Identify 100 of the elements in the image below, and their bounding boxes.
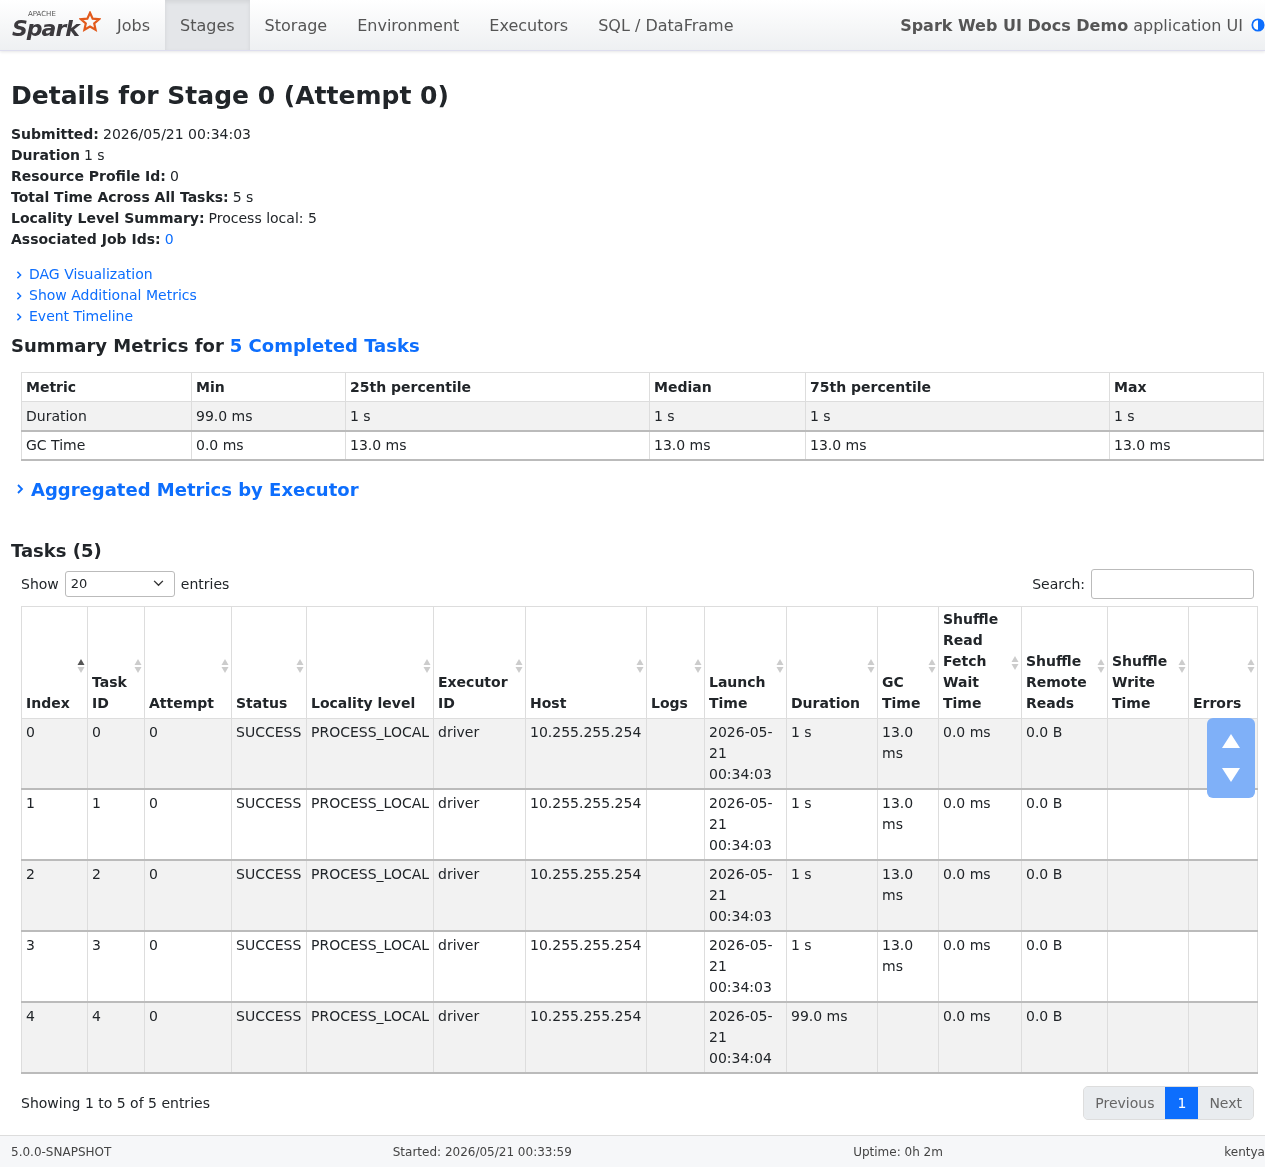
table-cell: 0.0 B bbox=[1026, 865, 1063, 882]
table-cell: 13.0 ms bbox=[882, 723, 914, 761]
table-cell: Duration bbox=[21, 401, 192, 431]
nav-tab[interactable]: SQL / DataFrame bbox=[583, 0, 749, 50]
table-cell: 0 bbox=[149, 936, 158, 953]
nav-tab[interactable]: Environment bbox=[342, 0, 475, 50]
table-cell: 1 s bbox=[791, 865, 812, 882]
footer-text: Started: 2026/05/21 00:33:59 bbox=[392, 1144, 572, 1159]
table-cell: PROCESS_LOCAL bbox=[311, 1007, 430, 1024]
detail-value: 1 s bbox=[84, 147, 105, 163]
table-cell: 0 bbox=[92, 723, 101, 740]
scroll-buttons[interactable] bbox=[1207, 717, 1255, 798]
footer-text: Uptime: 0h 2m bbox=[853, 1144, 943, 1159]
detail-label: Submitted: bbox=[11, 126, 99, 142]
footer-text: 5.0.0-SNAPSHOT bbox=[11, 1144, 112, 1159]
table-cell: 0 bbox=[149, 1007, 158, 1024]
table-cell: 4 bbox=[26, 1007, 35, 1024]
detail-label: Total Time Across All Tasks: bbox=[11, 189, 229, 205]
table-cell: 1 bbox=[26, 794, 35, 811]
column-header: Max bbox=[1109, 372, 1264, 402]
table-cell: 0 bbox=[149, 865, 158, 882]
table-cell: 1 s bbox=[1109, 401, 1264, 431]
theme-toggle-icon bbox=[1251, 18, 1265, 32]
table-cell: 0.0 B bbox=[1026, 1007, 1063, 1024]
page-button[interactable]: 1 bbox=[1165, 1086, 1199, 1119]
section-heading: Tasks (5) bbox=[11, 539, 103, 561]
section-heading: Summary Metrics for bbox=[11, 335, 224, 356]
column-header[interactable]: Locality level bbox=[311, 692, 416, 714]
nav-tab[interactable]: Jobs bbox=[102, 0, 165, 50]
table-cell: 13.0 ms bbox=[882, 936, 914, 974]
table-cell: 2026-05-21 00:34:04 bbox=[709, 1007, 773, 1066]
app-title: Spark Web UI Docs Demo application UI bbox=[900, 15, 1243, 35]
detail-label: Duration bbox=[11, 147, 80, 163]
column-header[interactable]: Attempt bbox=[149, 692, 215, 714]
table-cell: 0.0 B bbox=[1026, 794, 1063, 811]
table-cell: 0.0 ms bbox=[191, 430, 346, 460]
expander-link[interactable]: DAG Visualization bbox=[29, 264, 153, 285]
table-cell: 99.0 ms bbox=[191, 401, 346, 431]
search-field[interactable] bbox=[1091, 568, 1254, 599]
table-cell: PROCESS_LOCAL bbox=[311, 865, 430, 882]
table-cell: 2 bbox=[26, 865, 35, 882]
column-header: 25th percentile bbox=[345, 372, 650, 402]
table-cell: PROCESS_LOCAL bbox=[311, 936, 430, 953]
column-header[interactable]: Errors bbox=[1193, 692, 1242, 714]
detail-value: Process local: 5 bbox=[208, 210, 317, 226]
detail-value: 2026/05/21 00:34:03 bbox=[102, 126, 251, 142]
column-header: 75th percentile bbox=[805, 372, 1110, 402]
column-header: Median bbox=[649, 372, 806, 402]
chevron-icon bbox=[15, 290, 23, 301]
table-cell: 1 s bbox=[791, 936, 812, 953]
chevron-icon bbox=[15, 311, 23, 322]
expander-link[interactable]: Show Additional Metrics bbox=[29, 285, 197, 306]
nav-tab[interactable]: Executors bbox=[474, 0, 584, 50]
table-cell: driver bbox=[438, 723, 480, 740]
table-cell: SUCCESS bbox=[236, 865, 302, 882]
table-cell: 13.0 ms bbox=[882, 794, 914, 832]
caret-icon bbox=[152, 580, 164, 587]
page-size-select[interactable]: 20 bbox=[64, 570, 175, 597]
table-cell: 13.0 ms bbox=[345, 430, 650, 460]
footer-text: kentya bbox=[1224, 1144, 1265, 1159]
table-cell: 0 bbox=[149, 723, 158, 740]
table-cell: driver bbox=[438, 936, 480, 953]
expander-link[interactable]: Event Timeline bbox=[29, 306, 134, 327]
column-header[interactable]: Host bbox=[530, 692, 567, 714]
column-header[interactable]: Status bbox=[236, 692, 288, 714]
column-header[interactable]: Index bbox=[26, 692, 70, 714]
table-cell: 0.0 ms bbox=[943, 936, 991, 953]
detail-value: 5 s bbox=[232, 189, 254, 205]
table-cell: 2026-05-21 00:34:03 bbox=[709, 936, 773, 995]
table-cell: 1 s bbox=[791, 723, 812, 740]
entries-info: Showing 1 to 5 of 5 entries bbox=[21, 1094, 210, 1111]
table-cell: 13.0 ms bbox=[882, 865, 914, 903]
show-label: Show bbox=[21, 575, 59, 592]
nav-tab[interactable]: Storage bbox=[249, 0, 343, 50]
table-cell: 99.0 ms bbox=[791, 1007, 848, 1024]
table-cell: 10.255.255.254 bbox=[530, 1007, 642, 1024]
job-link[interactable]: 0 bbox=[164, 231, 174, 247]
tasks-link[interactable]: 5 Completed Tasks bbox=[229, 335, 420, 356]
table-cell: SUCCESS bbox=[236, 794, 302, 811]
aggregated-metrics-link[interactable]: Aggregated Metrics by Executor bbox=[31, 478, 359, 500]
table-cell: 0.0 B bbox=[1026, 936, 1063, 953]
table-cell: 0.0 B bbox=[1026, 723, 1063, 740]
up-arrow-icon bbox=[1221, 732, 1241, 749]
table-cell: 4 bbox=[92, 1007, 101, 1024]
table-cell: driver bbox=[438, 865, 480, 882]
table-cell: GC Time bbox=[21, 430, 192, 460]
page-title: Details for Stage 0 (Attempt 0) bbox=[11, 81, 450, 110]
detail-label: Locality Level Summary: bbox=[11, 210, 205, 226]
column-header: Min bbox=[191, 372, 346, 402]
nav-tab[interactable]: Stages bbox=[165, 0, 250, 50]
search-label: Search: bbox=[1032, 575, 1085, 592]
table-cell: PROCESS_LOCAL bbox=[311, 723, 430, 740]
table-cell: 13.0 ms bbox=[649, 430, 806, 460]
table-cell: 0.0 ms bbox=[943, 723, 991, 740]
detail-value: 0 bbox=[169, 168, 179, 184]
column-header[interactable]: Logs bbox=[651, 692, 688, 714]
table-cell: 1 s bbox=[805, 401, 1110, 431]
table-cell: 0.0 ms bbox=[943, 865, 991, 882]
table-cell: 2026-05-21 00:34:03 bbox=[709, 865, 773, 924]
column-header[interactable]: Duration bbox=[791, 692, 860, 714]
